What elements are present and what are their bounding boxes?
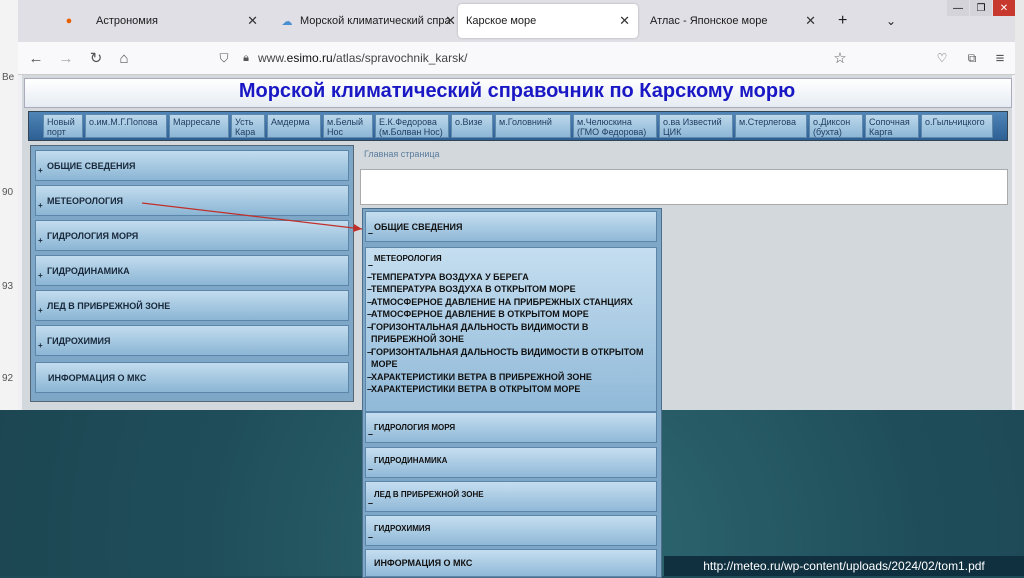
back-icon[interactable]: ← [26, 49, 46, 67]
stations-menu: Новый порт о.им.М.Г.Попова Марресале Уст… [28, 111, 1008, 141]
overlay-section[interactable]: – ГИДРОХИМИЯ [365, 515, 657, 546]
meteo-subitem[interactable]: – ГОРИЗОНТАЛЬНАЯ ДАЛЬНОСТЬ ВИДИМОСТИ В ПР… [367, 321, 601, 345]
meteo-subitem[interactable]: – ТЕМПЕРАТУРА ВОЗДУХА У БЕРЕГА [367, 271, 529, 283]
pocket-icon[interactable]: ♡ [932, 49, 952, 67]
minimize-icon[interactable]: — [947, 0, 969, 16]
station-link[interactable]: о.Визе [451, 114, 493, 138]
strip-label: Ве [2, 72, 15, 83]
station-link[interactable]: Е.К.Федорова (м.Болван Нос) [375, 114, 449, 138]
strip-label: 92 [2, 373, 14, 384]
home-icon[interactable]: ⌂ [114, 49, 134, 67]
station-link[interactable]: Сопочная Карга [865, 114, 919, 138]
station-link[interactable]: о.ва Известий ЦИК [659, 114, 733, 138]
tab-label: Морской климатический спра [300, 15, 451, 27]
source-url: http://meteo.ru/wp-content/uploads/2024/… [664, 556, 1024, 576]
tab-astronomy[interactable]: ● Астрономия ✕ [54, 4, 266, 38]
left-menu-item[interactable]: ИНФОРМАЦИЯ О МКС [35, 362, 349, 393]
overlay-section[interactable]: – ГИДРОДИНАМИКА [365, 447, 657, 478]
content-box [360, 169, 1008, 205]
overlay-section[interactable]: – ГИДРОЛОГИЯ МОРЯ [365, 412, 657, 443]
overlay-section-meteorology[interactable]: – МЕТЕОРОЛОГИЯ – ТЕМПЕРАТУРА ВОЗДУХА У БЕР… [365, 247, 657, 412]
bookmark-star-icon[interactable]: ☆ [830, 49, 850, 67]
close-window-icon[interactable]: ✕ [993, 0, 1015, 16]
url-domain: esimo.ru [286, 51, 333, 65]
lock-icon[interactable]: 🔒︎ [236, 49, 256, 67]
meteo-subitem[interactable]: – АТМОСФЕРНОЕ ДАВЛЕНИЕ В ОТКРЫТОМ МОРЕ [367, 308, 589, 320]
reload-icon[interactable]: ↻ [86, 49, 106, 67]
page-title: Морской климатический справочник по Карс… [238, 80, 796, 102]
list-tabs-icon[interactable]: ⌄ [878, 4, 902, 38]
left-menu-item[interactable]: + ГИДРОЛОГИЯ МОРЯ [35, 220, 349, 251]
maximize-icon[interactable]: ❐ [970, 0, 992, 16]
extensions-icon[interactable]: ⧉ [962, 49, 982, 67]
station-link[interactable]: м.Челюскина (ГМО Федорова) [573, 114, 657, 138]
overlay-section[interactable]: – ЛЕД В ПРИБРЕЖНОЙ ЗОНЕ [365, 481, 657, 512]
overlay-section[interactable]: – ОБЩИЕ СВЕДЕНИЯ [365, 211, 657, 242]
overlay-section[interactable]: ИНФОРМАЦИЯ О МКС [365, 549, 657, 577]
window-controls: — ❐ ✕ [946, 0, 1015, 18]
tab-label: Карское море [466, 15, 537, 27]
url-prefix: www. [258, 51, 287, 65]
left-menu-item[interactable]: + ГИДРОДИНАМИКА [35, 255, 349, 286]
left-menu: + ОБЩИЕ СВЕДЕНИЯ + МЕТЕОРОЛОГИЯ + ГИДРОЛОГИ… [30, 145, 354, 402]
tab-bar: ● Астрономия ✕ ☁ Морской климатический с… [18, 0, 1015, 42]
left-menu-item[interactable]: + МЕТЕОРОЛОГИЯ [35, 185, 349, 216]
station-link[interactable]: о.Гыльчицкого [921, 114, 993, 138]
address-bar[interactable]: www.esimo.ru/atlas/spravochnik_karsk/ [258, 51, 467, 65]
breadcrumb[interactable]: Главная страница [364, 149, 440, 159]
tab-label: Астрономия [96, 15, 158, 27]
close-tab-icon[interactable]: ✕ [619, 13, 630, 29]
station-link[interactable]: Новый порт [43, 114, 83, 138]
strip-label: 93 [2, 281, 14, 292]
station-link[interactable]: о.Диксон (бухта) [809, 114, 863, 138]
station-link[interactable]: м.Стерлегова [735, 114, 807, 138]
tab-label: Атлас - Японское море [650, 15, 768, 27]
station-link[interactable]: Марресале [169, 114, 229, 138]
meteo-subitem[interactable]: – АТМОСФЕРНОЕ ДАВЛЕНИЕ НА ПРИБРЕЖНЫХ СТАН… [367, 296, 633, 308]
firefox-icon: ● [65, 15, 73, 27]
close-tab-icon[interactable]: ✕ [445, 13, 456, 29]
tab-kara-sea[interactable]: Карское море ✕ [458, 4, 638, 38]
station-link[interactable]: Усть Кара [231, 114, 265, 138]
forward-icon[interactable]: → [56, 49, 76, 67]
url-path: /atlas/spravochnik_karsk/ [332, 51, 468, 65]
cloud-icon: ☁ [281, 15, 293, 28]
station-link[interactable]: Амдерма [267, 114, 321, 138]
left-menu-item[interactable]: + ОБЩИЕ СВЕДЕНИЯ [35, 150, 349, 181]
strip-label: 90 [2, 187, 14, 198]
expanded-menu-overlay: – ОБЩИЕ СВЕДЕНИЯ – МЕТЕОРОЛОГИЯ – ТЕМПЕРАТУ… [362, 208, 662, 578]
meteo-subitem[interactable]: – ТЕМПЕРАТУРА ВОЗДУХА В ОТКРЫТОМ МОРЕ [367, 283, 576, 295]
tab-japan-sea-atlas[interactable]: Атлас - Японское море ✕ [642, 4, 824, 38]
close-tab-icon[interactable]: ✕ [805, 13, 816, 29]
meteo-subitem[interactable]: – ГОРИЗОНТАЛЬНАЯ ДАЛЬНОСТЬ ВИДИМОСТИ В ОТ… [367, 346, 651, 370]
menu-icon[interactable]: ≡ [990, 49, 1010, 67]
tab-climate-handbook[interactable]: ☁ Морской климатический спра ✕ [272, 4, 457, 38]
close-tab-icon[interactable]: ✕ [247, 13, 258, 29]
left-menu-item[interactable]: + ЛЕД В ПРИБРЕЖНОЙ ЗОНЕ [35, 290, 349, 321]
slide-right-edge [1015, 0, 1024, 410]
meteo-subitem[interactable]: – ХАРАКТЕРИСТИКИ ВЕТРА В ОТКРЫТОМ МОРЕ [367, 383, 580, 395]
station-link[interactable]: м.Головнинй [495, 114, 571, 138]
new-tab-button[interactable]: + [830, 4, 854, 38]
left-menu-item[interactable]: + ГИДРОХИМИЯ [35, 325, 349, 356]
station-link[interactable]: м.Белый Нос [323, 114, 373, 138]
nav-bar: ← → ↻ ⌂ ⛉ 🔒︎ www.esimo.ru/atlas/spravoch… [18, 42, 1015, 75]
slide-left-strip: Ве 90 93 92 [0, 0, 19, 410]
station-link[interactable]: о.им.М.Г.Попова [85, 114, 167, 138]
meteo-subitem[interactable]: – ХАРАКТЕРИСТИКИ ВЕТРА В ПРИБРЕЖНОЙ ЗОНЕ [367, 371, 592, 383]
shield-icon[interactable]: ⛉ [214, 49, 234, 67]
